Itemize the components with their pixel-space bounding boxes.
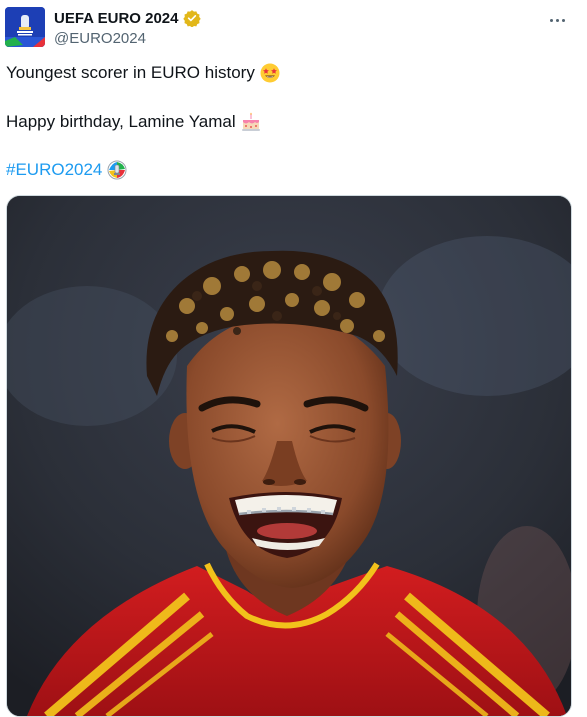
tweet-text-line-1: Youngest scorer in EURO history — [6, 63, 280, 83]
tweet-photo[interactable] — [6, 195, 572, 717]
avatar[interactable] — [5, 7, 45, 47]
tweet: UEFA EURO 2024 @EURO2024 Youngest scorer… — [0, 0, 587, 717]
author-handle[interactable]: @EURO2024 — [54, 30, 146, 47]
smiling-player-photo — [7, 196, 571, 716]
author-name-row: UEFA EURO 2024 — [54, 9, 201, 27]
birthday-cake-emoji — [241, 112, 260, 131]
tweet-text-line-3: #EURO2024 — [6, 160, 127, 180]
euro2024-trophy-emoji — [107, 160, 127, 180]
star-struck-emoji — [260, 63, 280, 83]
tweet-header: UEFA EURO 2024 @EURO2024 — [5, 7, 577, 51]
verified-badge-icon — [182, 10, 201, 27]
author-display-name[interactable]: UEFA EURO 2024 — [54, 10, 179, 27]
hashtag-euro2024-link[interactable]: #EURO2024 — [6, 160, 102, 180]
tweet-text-line-2: Happy birthday, Lamine Yamal — [6, 112, 261, 132]
more-options-icon[interactable] — [545, 11, 569, 29]
tweet-text-youngest-scorer: Youngest scorer in EURO history — [6, 63, 255, 82]
euro2024-logo-icon — [5, 7, 45, 47]
tweet-text-birthday: Happy birthday, Lamine Yamal — [6, 112, 236, 131]
